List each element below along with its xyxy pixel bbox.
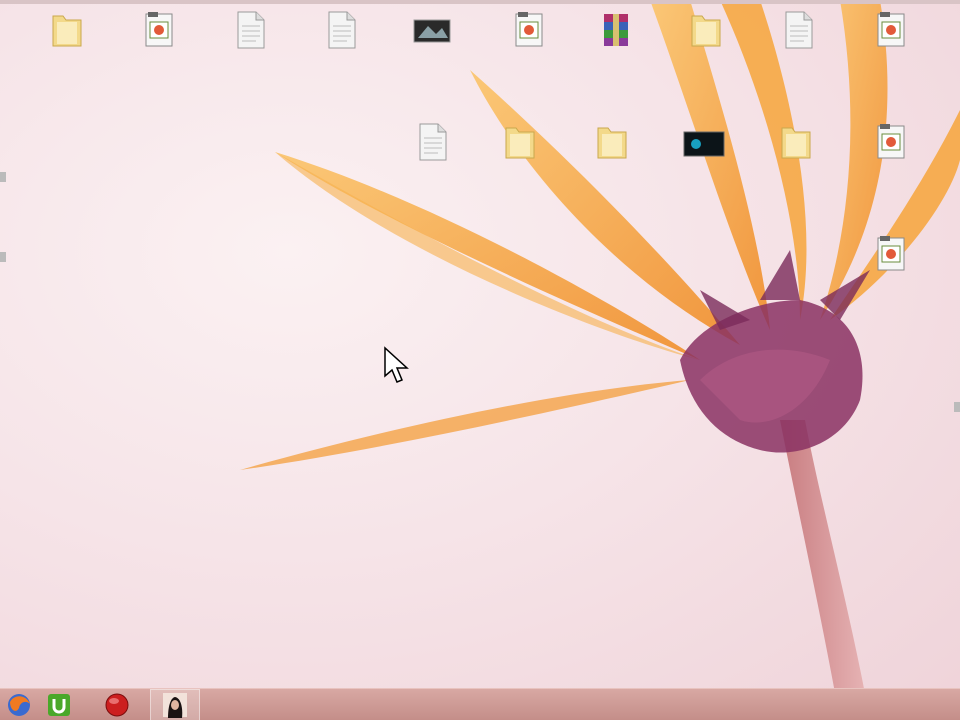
doc-glyph-icon <box>237 11 265 49</box>
user-photo-taskbar-button[interactable] <box>150 689 200 721</box>
document-icon-3[interactable] <box>756 10 840 53</box>
video-file-icon-2[interactable] <box>488 10 572 53</box>
flower-wallpaper <box>240 0 960 720</box>
folder-icon-5[interactable] <box>754 122 838 165</box>
doc-glyph-icon <box>785 11 813 49</box>
folder-glyph-icon <box>597 127 627 159</box>
folder-icon-4[interactable] <box>570 122 654 165</box>
desktop[interactable] <box>0 0 960 720</box>
image-glyph-icon <box>413 19 451 43</box>
folder-glyph-icon <box>691 15 721 47</box>
video-glyph-icon <box>877 12 905 47</box>
video-file-icon-4[interactable] <box>850 122 934 165</box>
folder-glyph-icon <box>52 15 82 47</box>
mouse-pointer-icon <box>384 346 409 383</box>
video-glyph-icon <box>877 124 905 159</box>
darkvideo-glyph-icon <box>683 131 725 157</box>
video-glyph-icon <box>515 12 543 47</box>
folder-icon-3[interactable] <box>478 122 562 165</box>
firefox-taskbar-icon <box>8 694 30 716</box>
folder-icon-2[interactable] <box>664 10 748 53</box>
document-icon-1[interactable] <box>208 10 292 53</box>
video-file-icon-1[interactable] <box>118 10 202 53</box>
video-file-icon-5[interactable] <box>850 234 934 277</box>
folder-icon-1[interactable] <box>25 10 109 53</box>
utorrent-taskbar-button[interactable] <box>34 689 84 721</box>
top-window-edge <box>0 0 960 4</box>
video-file-icon-3[interactable] <box>850 10 934 53</box>
document-icon-4[interactable] <box>390 122 474 165</box>
record-taskbar-icon <box>105 693 129 717</box>
video-glyph-icon <box>145 12 173 47</box>
record-taskbar-button[interactable] <box>92 689 142 721</box>
offscreen-icon-edge-2 <box>0 252 6 262</box>
offscreen-icon-edge-3 <box>954 402 960 412</box>
image-file-icon-1[interactable] <box>390 10 474 53</box>
folder-glyph-icon <box>781 127 811 159</box>
taskbar <box>0 688 960 721</box>
rar-glyph-icon <box>604 14 628 46</box>
document-icon-2[interactable] <box>299 10 383 53</box>
video-thumbnail-icon[interactable] <box>662 122 746 165</box>
utorrent-taskbar-icon <box>48 694 70 716</box>
doc-glyph-icon <box>328 11 356 49</box>
video-glyph-icon <box>877 236 905 271</box>
offscreen-icon-edge-1 <box>0 172 6 182</box>
doc-glyph-icon <box>419 123 447 161</box>
folder-glyph-icon <box>505 127 535 159</box>
winrar-archive-icon[interactable] <box>574 10 658 53</box>
user-photo-taskbar-icon <box>163 693 187 718</box>
